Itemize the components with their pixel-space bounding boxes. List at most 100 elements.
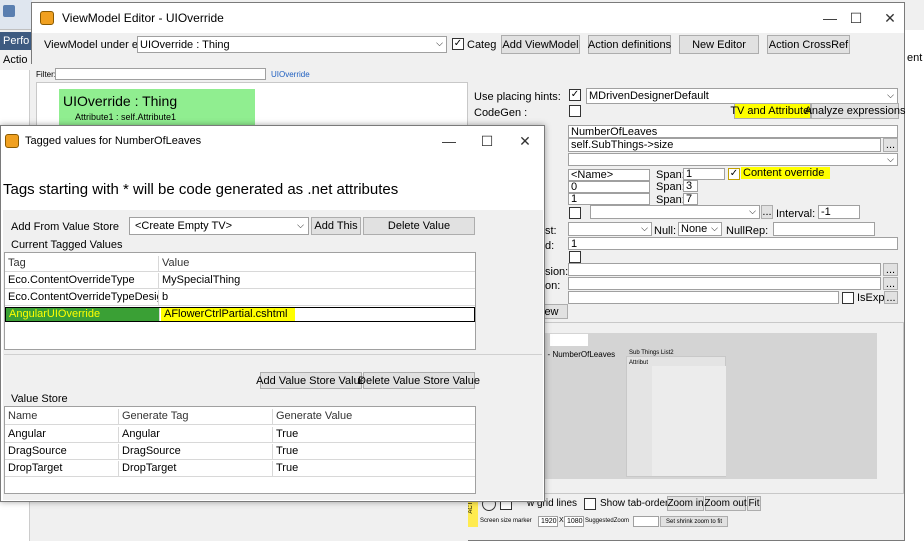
tag-cell[interactable]: Eco.ContentOverrideType <box>5 273 159 289</box>
background-tab-actio[interactable]: Actio <box>0 52 32 68</box>
span-field-2[interactable]: 3 <box>683 180 698 192</box>
new-editor-button[interactable]: New Editor <box>679 35 759 54</box>
tagged-dialog-titlebar: Tagged values for NumberOfLeaves — ☐ ✕ <box>1 126 544 156</box>
set-shrink-zoom-button[interactable]: Set shrink zoom to fit <box>660 516 728 527</box>
screen-width-field[interactable]: 1920 <box>538 516 558 527</box>
chevron-down-icon: ⌵ <box>641 223 648 233</box>
tag-cell[interactable]: Eco.ContentOverrideTypeDesign <box>5 290 159 306</box>
close-icon[interactable]: ✕ <box>870 3 910 33</box>
suggested-zoom-field[interactable] <box>633 516 659 527</box>
generate-tag-cell[interactable]: DropTarget <box>119 461 273 477</box>
chevron-down-icon: ⌵ <box>711 223 718 233</box>
isexp-checkbox[interactable] <box>842 292 854 304</box>
background-tab-perfo[interactable]: Perfo <box>0 32 32 50</box>
null-select[interactable]: None ⌵ <box>678 222 722 236</box>
content-override-label: Content override <box>741 167 831 179</box>
column-header-value[interactable]: Value <box>159 256 475 272</box>
analyze-expressions-button[interactable]: Analyze expressions <box>805 103 905 119</box>
add-from-value-store-label: Add From Value Store <box>11 221 120 233</box>
table-row[interactable]: Eco.ContentOverrideType MySpecialThing <box>5 273 475 289</box>
name-cell[interactable]: DragSource <box>5 444 119 460</box>
generate-value-cell[interactable]: True <box>273 444 475 460</box>
option-select-1[interactable]: ⌵ <box>590 205 760 219</box>
column-header-generate-value[interactable]: Generate Value <box>273 409 475 425</box>
table-row[interactable]: DragSource DragSource True <box>5 444 475 460</box>
screen-size-label: Screen size marker <box>480 518 532 524</box>
value-cell[interactable]: b <box>159 290 475 306</box>
value-cell[interactable]: AFlowerCtrlPartial.cshtml <box>161 308 295 321</box>
nullrep-field[interactable] <box>773 222 875 236</box>
isexp-label: IsExp <box>857 292 885 304</box>
sion-field[interactable] <box>568 263 881 276</box>
delete-value-store-value-button[interactable]: Delete Value Store Value <box>358 372 480 389</box>
chevron-down-icon: ⌵ <box>297 220 304 230</box>
name-cell[interactable]: Angular <box>5 427 119 443</box>
on-ellipsis-button[interactable]: ... <box>883 277 898 290</box>
categ-checkbox[interactable]: ✓ <box>452 38 464 50</box>
table-row-selected[interactable]: AngularUIOverride AFlowerCtrlPartial.csh… <box>5 307 475 322</box>
column-header-name[interactable]: Name <box>5 409 119 425</box>
column-header-tag[interactable]: Tag <box>5 256 159 272</box>
value-store-select[interactable]: <Create Empty TV> ⌵ <box>129 217 309 235</box>
isexp-ellipsis-button[interactable]: ... <box>884 291 898 304</box>
table-row[interactable]: Eco.ContentOverrideTypeDesign b <box>5 290 475 306</box>
tagged-heading: Tags starting with * will be code genera… <box>3 181 399 198</box>
expression-field[interactable]: self.SubThings->size <box>568 138 881 152</box>
generate-value-cell[interactable]: True <box>273 461 475 477</box>
chevron-down-icon: ⌵ <box>887 154 894 164</box>
class-box[interactable]: UIOverride : Thing Attribute1 : self.Att… <box>59 89 255 127</box>
minimize-icon[interactable]: — <box>429 126 469 156</box>
extra-select[interactable]: ⌵ <box>568 153 898 166</box>
column-header-generate-tag[interactable]: Generate Tag <box>119 409 273 425</box>
generate-tag-cell[interactable]: Angular <box>119 427 273 443</box>
interval-field[interactable]: -1 <box>818 205 860 219</box>
fit-button[interactable]: Fit <box>747 496 761 511</box>
option-checkbox-1[interactable] <box>569 207 581 219</box>
field-1[interactable]: 1 <box>568 237 898 250</box>
filter-label: Filter: <box>36 70 56 79</box>
tv-and-attributes-button[interactable]: TV and Attributes <box>730 103 815 119</box>
add-value-store-value-button[interactable]: Add Value Store Value <box>256 372 366 389</box>
tag-cell[interactable]: AngularUIOverride <box>6 308 160 321</box>
close-icon[interactable]: ✕ <box>505 126 545 156</box>
name-field[interactable]: NumberOfLeaves <box>568 125 898 138</box>
action-definitions-button[interactable]: Action definitions <box>588 35 671 54</box>
zoom-out-button[interactable]: Zoom out <box>704 496 747 511</box>
viewmodel-select[interactable]: UIOverride : Thing ⌵ <box>137 36 447 53</box>
delete-value-button[interactable]: Delete Value <box>363 217 475 235</box>
generate-value-cell[interactable]: True <box>273 427 475 443</box>
isexp-field[interactable] <box>568 291 839 304</box>
span-field-1[interactable]: 1 <box>683 168 725 180</box>
codegen-checkbox[interactable] <box>569 105 581 117</box>
name-cell[interactable]: DropTarget <box>5 461 119 477</box>
action-crossref-button[interactable]: Action CrossRef <box>767 35 850 54</box>
use-placing-hints-checkbox[interactable]: ✓ <box>569 89 581 101</box>
option-checkbox-2[interactable] <box>569 251 581 263</box>
placing-hint-select[interactable]: MDrivenDesignerDefault ⌵ <box>586 88 898 104</box>
show-tab-order-checkbox[interactable] <box>584 498 596 510</box>
row-field-1[interactable]: 0 <box>568 181 650 193</box>
span-field-3[interactable]: 7 <box>683 193 698 205</box>
option-select-2[interactable]: ⌵ <box>568 222 652 236</box>
add-this-button[interactable]: Add This <box>311 217 361 235</box>
name-placeholder-field[interactable]: <Name> <box>568 169 650 181</box>
table-row[interactable]: DropTarget DropTarget True <box>5 461 475 477</box>
filter-input[interactable] <box>55 68 266 80</box>
zoom-in-button[interactable]: Zoom in <box>667 496 704 511</box>
option-ellipsis-button[interactable]: ... <box>761 205 773 219</box>
content-override-checkbox[interactable]: ✓ <box>728 168 740 180</box>
sion-ellipsis-button[interactable]: ... <box>883 263 898 276</box>
tagged-dialog-title: Tagged values for NumberOfLeaves <box>25 135 202 147</box>
acti-label: ACTI <box>468 500 474 514</box>
row-field-2[interactable]: 1 <box>568 193 650 205</box>
nullrep-label: NullRep: <box>726 225 769 237</box>
value-cell[interactable]: MySpecialThing <box>159 273 475 289</box>
screen-height-field[interactable]: 1080 <box>564 516 584 527</box>
on-field[interactable] <box>568 277 881 290</box>
generate-tag-cell[interactable]: DragSource <box>119 444 273 460</box>
maximize-icon[interactable]: ☐ <box>467 126 507 156</box>
expression-ellipsis-button[interactable]: ... <box>883 138 898 152</box>
add-viewmodel-button[interactable]: Add ViewModel <box>501 35 580 54</box>
filter-link[interactable]: UIOverride <box>271 70 310 79</box>
table-row[interactable]: Angular Angular True <box>5 427 475 443</box>
